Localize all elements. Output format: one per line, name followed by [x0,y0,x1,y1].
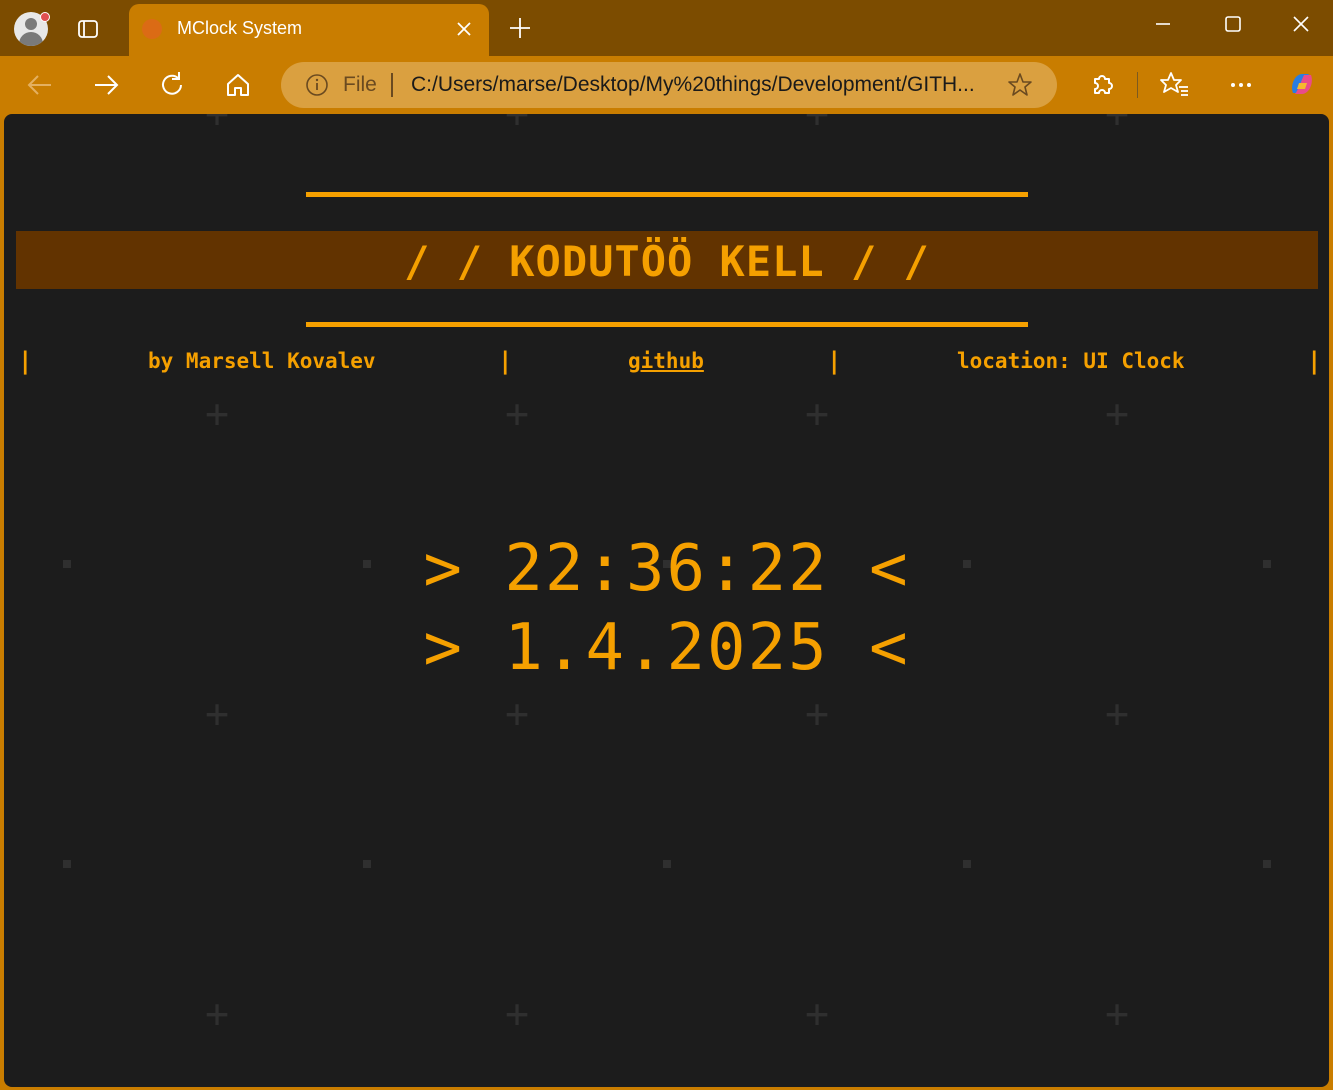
time-prefix: > [423,532,464,606]
background-plus: + [204,991,230,1037]
background-plus: + [504,991,530,1037]
browser-tab-active[interactable]: MClock System [129,4,489,56]
background-plus: + [804,691,830,737]
tab-title: MClock System [177,18,303,38]
github-link[interactable]: github [628,349,704,373]
info-bar: | by Marsell Kovalev | github | location… [16,347,1322,377]
background-plus: + [504,391,530,437]
close-window-icon[interactable] [1289,12,1313,36]
url-text[interactable]: C:/Users/marse/Desktop/My%20things/Devel… [411,73,991,97]
home-icon[interactable] [223,70,253,100]
background-plus: + [504,114,530,137]
avatar-head [25,18,37,30]
favorite-star-icon[interactable] [1007,72,1033,98]
back-icon[interactable] [25,70,55,100]
date-suffix: < [869,611,910,685]
browser-toolbar: File C:/Users/marse/Desktop/My%20things/… [0,56,1333,114]
date-display: > 1.4.2025 < [4,611,1329,685]
background-dot [363,860,371,868]
page-title: / / KODUTÖÖ KELL / / [404,237,930,286]
separator-pipe: | [18,347,33,375]
maximize-icon[interactable] [1221,12,1245,36]
clock-time: 22:36:22 [504,532,829,606]
date-prefix: > [423,611,464,685]
toolbar-divider [1137,72,1138,98]
time-display: > 22:36:22 < [4,532,1329,606]
background-plus: + [804,114,830,137]
background-plus: + [504,691,530,737]
separator-pipe: | [827,347,842,375]
separator-pipe: | [1307,347,1322,375]
background-plus: + [804,991,830,1037]
background-plus: + [1104,691,1130,737]
address-separator [391,73,393,97]
new-tab-icon[interactable] [508,16,532,40]
background-dot [663,860,671,868]
separator-pipe: | [498,347,513,375]
background-plus: + [1104,991,1130,1037]
tab-actions-icon[interactable] [76,17,100,41]
close-tab-icon[interactable] [455,20,473,38]
notification-dot [40,12,50,22]
background-dot [63,860,71,868]
site-info-icon[interactable] [305,73,329,97]
background-plus: + [204,691,230,737]
background-plus: + [804,391,830,437]
author-label: by Marsell Kovalev [148,349,376,373]
favorites-icon[interactable] [1160,70,1190,100]
extensions-icon[interactable] [1087,70,1117,100]
avatar-body [19,32,43,46]
background-dot [963,860,971,868]
bottom-rule [306,322,1028,327]
time-suffix: < [869,532,910,606]
location-label: location: UI Clock [957,349,1185,373]
clock-date: 1.4.2025 [504,611,829,685]
background-plus: + [1104,391,1130,437]
page-viewport: + + + + + + + + + + + + + + + + / / KODUTÖÖ KELL / / | … [4,114,1329,1087]
favicon-icon [142,19,162,39]
background-plus: + [204,114,230,137]
scheme-label: File [343,73,377,96]
background-dot [1263,860,1271,868]
address-bar[interactable]: File C:/Users/marse/Desktop/My%20things/… [281,62,1057,108]
minimize-icon[interactable] [1151,12,1175,36]
browser-title-bar: MClock System [0,0,1333,56]
refresh-icon[interactable] [157,70,187,100]
forward-icon[interactable] [91,70,121,100]
top-rule [306,192,1028,197]
background-plus: + [1104,114,1130,137]
background-plus: + [204,391,230,437]
more-options-icon[interactable] [1226,70,1256,100]
copilot-icon[interactable] [1287,69,1317,99]
title-banner: / / KODUTÖÖ KELL / / [16,231,1318,289]
